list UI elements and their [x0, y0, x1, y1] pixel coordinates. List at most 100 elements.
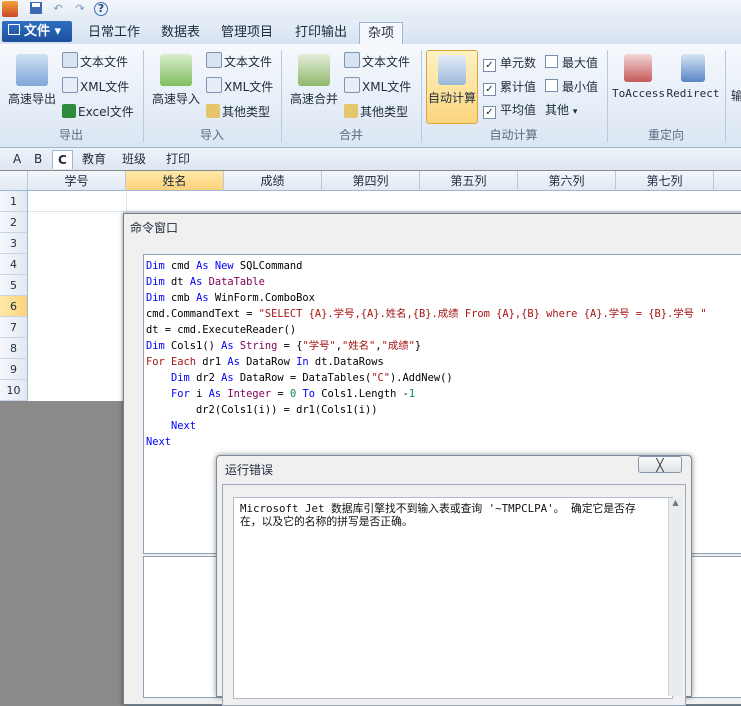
merge-group-label: 合并 — [338, 128, 363, 142]
merge-xml-file-button[interactable]: XML文件 — [344, 77, 411, 97]
min-label: 最小值 — [562, 80, 599, 94]
row-header[interactable]: 9 — [0, 359, 28, 380]
column-header[interactable]: 第四列 — [322, 171, 420, 191]
auto-calc-button[interactable]: 自动计算 — [426, 50, 478, 124]
row-header[interactable]: 3 — [0, 233, 28, 254]
row-header[interactable]: 7 — [0, 317, 28, 338]
error-dialog-title: 运行错误 — [225, 463, 274, 477]
text-file-icon — [206, 52, 222, 68]
row-header[interactable]: 4 — [0, 254, 28, 275]
grid-corner[interactable] — [0, 171, 28, 191]
vertical-scrollbar[interactable]: ▲ — [668, 498, 682, 696]
tab-manage-project[interactable]: 管理项目 — [213, 22, 281, 44]
code-line: Dim cmb As WinForm.ComboBox — [146, 292, 315, 304]
code-line: Next — [146, 436, 172, 448]
export-xml-file-label: XML文件 — [80, 80, 130, 94]
ribbon-separator — [725, 50, 726, 142]
export-text-file-label: 文本文件 — [80, 55, 129, 69]
database-icon — [681, 54, 705, 82]
import-other-type-button[interactable]: 其他类型 — [206, 102, 270, 122]
auto-calc-label: 自动计算 — [427, 91, 476, 105]
row-header[interactable]: 2 — [0, 212, 28, 233]
column-header[interactable]: 学号 — [28, 171, 126, 191]
sheet-tab-b[interactable]: B — [29, 150, 47, 168]
tab-data-table[interactable]: 数据表 — [153, 22, 208, 44]
grid-line — [28, 211, 741, 212]
other-type-icon — [344, 104, 358, 118]
truncated-ribbon-button[interactable]: 输 — [731, 86, 741, 106]
code-line: Dim dt As DataTable — [146, 276, 265, 288]
row-header[interactable]: 6 — [0, 296, 28, 317]
save-icon[interactable] — [28, 1, 44, 17]
other-label: 其他 — [545, 103, 570, 117]
check-average[interactable]: ✓ 平均值 — [483, 100, 536, 120]
other-type-icon — [206, 104, 220, 118]
code-line: For Each dr1 As DataRow In dt.DataRows — [146, 356, 384, 368]
command-window-title: 命令窗口 — [130, 221, 179, 235]
sheet-tab-print[interactable]: 打印 — [161, 150, 195, 168]
excel-icon — [62, 104, 76, 118]
check-cumulative[interactable]: ✓ 累计值 — [483, 77, 536, 97]
merge-icon — [298, 54, 330, 86]
sheet-tab-c[interactable]: C — [52, 150, 73, 169]
help-icon[interactable]: ? — [94, 2, 108, 16]
merge-xml-file-label: XML文件 — [362, 80, 412, 94]
fast-merge-button[interactable]: 高速合并 — [286, 50, 342, 120]
scroll-up-icon[interactable]: ▲ — [669, 498, 682, 507]
export-excel-file-button[interactable]: Excel文件 — [62, 102, 134, 122]
row-header[interactable]: 5 — [0, 275, 28, 296]
fast-export-label: 高速导出 — [7, 92, 56, 106]
to-access-button[interactable]: ToAccess — [612, 50, 665, 120]
merge-text-file-button[interactable]: 文本文件 — [344, 52, 410, 72]
checkbox-unchecked — [545, 79, 558, 92]
import-group-label: 导入 — [199, 128, 224, 142]
column-header[interactable]: 第七列 — [616, 171, 714, 191]
column-header[interactable]: 第五列 — [420, 171, 518, 191]
xml-file-icon — [344, 77, 360, 93]
check-min[interactable]: 最小值 — [545, 77, 598, 97]
import-xml-file-button[interactable]: XML文件 — [206, 77, 273, 97]
redirect-group-label: 重定向 — [647, 128, 684, 142]
column-header[interactable]: 姓名 — [126, 171, 224, 191]
to-access-label: ToAccess — [612, 87, 665, 100]
tab-daily-work[interactable]: 日常工作 — [80, 22, 148, 44]
export-text-file-button[interactable]: 文本文件 — [62, 52, 128, 72]
redo-icon[interactable]: ↷ — [72, 1, 88, 17]
check-cell-count[interactable]: ✓ 单元数 — [483, 53, 536, 73]
row-header[interactable]: 10 — [0, 380, 28, 401]
sheet-tab-education[interactable]: 教育 — [77, 150, 111, 168]
tab-print-output[interactable]: 打印输出 — [287, 22, 355, 44]
column-header-blank — [714, 171, 741, 191]
average-label: 平均值 — [500, 103, 537, 117]
redirect-button[interactable]: Redirect — [666, 50, 720, 120]
export-xml-file-button[interactable]: XML文件 — [62, 77, 129, 97]
access-icon — [624, 54, 652, 82]
code-line: dt = cmd.ExecuteReader() — [146, 324, 297, 336]
other-dropdown[interactable]: 其他 ▾ — [545, 100, 577, 120]
close-icon[interactable]: ╳ — [638, 456, 682, 473]
sheet-tab-class[interactable]: 班级 — [117, 150, 151, 168]
column-header[interactable]: 成绩 — [224, 171, 322, 191]
row-header[interactable]: 8 — [0, 338, 28, 359]
file-menu-button[interactable]: 文件 ▾ — [2, 21, 72, 42]
fast-merge-label: 高速合并 — [289, 92, 338, 106]
fast-import-label: 高速导入 — [151, 92, 200, 106]
fast-export-button[interactable]: 高速导出 — [4, 50, 60, 120]
merge-other-type-button[interactable]: 其他类型 — [344, 102, 408, 122]
check-max[interactable]: 最大值 — [545, 53, 598, 73]
app-icon[interactable] — [2, 1, 18, 17]
sheet-tab-a[interactable]: A — [8, 150, 26, 168]
chevron-down-icon: ▾ — [572, 107, 578, 117]
cumulative-label: 累计值 — [500, 80, 537, 94]
import-text-file-button[interactable]: 文本文件 — [206, 52, 272, 72]
tab-misc[interactable]: 杂项 — [359, 22, 404, 45]
fast-import-button[interactable]: 高速导入 — [148, 50, 204, 120]
undo-icon[interactable]: ↶ — [50, 1, 66, 17]
sheet-tab-bar — [0, 148, 741, 170]
import-other-type-label: 其他类型 — [222, 105, 271, 119]
column-header[interactable]: 第六列 — [518, 171, 616, 191]
row-header[interactable]: 1 — [0, 191, 28, 212]
grid-icon — [8, 24, 20, 35]
code-text: Dim cmd As New SQLCommand Dim dt As Data… — [146, 258, 707, 450]
code-line: Dim Cols1() As String = {"学号","姓名","成绩"} — [146, 340, 422, 352]
